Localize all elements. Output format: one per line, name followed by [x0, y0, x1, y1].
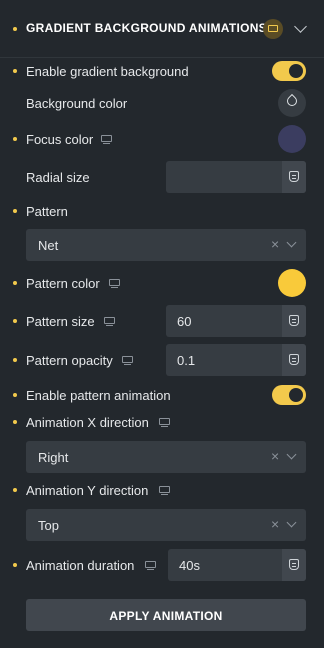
- responsive-desktop-icon[interactable]: [263, 19, 283, 39]
- focus-color-label: Focus color: [26, 132, 94, 147]
- pattern-select-value: Net: [38, 238, 59, 253]
- animation-duration-input[interactable]: 40s: [168, 549, 306, 581]
- animation-x-label-row: Animation X direction: [0, 414, 324, 430]
- changed-indicator: [13, 319, 17, 323]
- animation-y-label-row: Animation Y direction: [0, 482, 324, 498]
- radial-size-row: Radial size: [0, 161, 324, 193]
- chevron-down-icon[interactable]: [286, 237, 297, 248]
- radial-size-input[interactable]: [166, 161, 306, 193]
- color-picker-icon[interactable]: [278, 89, 306, 117]
- responsive-monitor-icon[interactable]: [145, 561, 156, 571]
- section-header[interactable]: GRADIENT BACKGROUND ANIMATIONS: [0, 0, 324, 58]
- apply-animation-button[interactable]: APPLY ANIMATION: [26, 599, 306, 631]
- pattern-opacity-value: 0.1: [177, 353, 196, 368]
- pattern-size-input[interactable]: 60: [166, 305, 306, 337]
- animation-y-direction-label: Animation Y direction: [26, 483, 149, 498]
- responsive-monitor-icon[interactable]: [104, 317, 115, 327]
- animation-duration-row: Animation duration 40s: [0, 549, 324, 581]
- pattern-color-swatch[interactable]: [278, 269, 306, 297]
- enable-pattern-animation-toggle[interactable]: [272, 385, 306, 405]
- pattern-color-label: Pattern color: [26, 276, 100, 291]
- changed-indicator: [13, 27, 17, 31]
- pattern-opacity-label: Pattern opacity: [26, 353, 113, 368]
- responsive-monitor-icon[interactable]: [159, 486, 170, 496]
- pattern-label-row: Pattern: [0, 203, 324, 219]
- animation-duration-label: Animation duration: [26, 558, 135, 573]
- pattern-size-row: Pattern size 60: [0, 305, 324, 337]
- clear-icon[interactable]: ×: [271, 449, 279, 463]
- animation-y-direction-select[interactable]: Top ×: [26, 509, 306, 541]
- unit-css-icon[interactable]: [282, 305, 306, 337]
- changed-indicator: [13, 281, 17, 285]
- section-title: GRADIENT BACKGROUND ANIMATIONS: [26, 21, 267, 35]
- pattern-label: Pattern: [26, 204, 68, 219]
- animation-y-direction-value: Top: [38, 518, 59, 533]
- changed-indicator: [13, 488, 17, 492]
- focus-color-row: Focus color: [0, 125, 324, 153]
- pattern-color-row: Pattern color: [0, 269, 324, 297]
- enable-pattern-animation-row: Enable pattern animation: [0, 385, 324, 405]
- enable-gradient-label: Enable gradient background: [26, 64, 189, 79]
- unit-css-icon[interactable]: [282, 161, 306, 193]
- changed-indicator: [13, 69, 17, 73]
- enable-pattern-animation-label: Enable pattern animation: [26, 388, 171, 403]
- animation-x-direction-value: Right: [38, 450, 69, 465]
- responsive-monitor-icon[interactable]: [109, 279, 120, 289]
- changed-indicator: [13, 358, 17, 362]
- responsive-monitor-icon[interactable]: [122, 356, 133, 366]
- clear-icon[interactable]: ×: [271, 517, 279, 531]
- clear-icon[interactable]: ×: [271, 237, 279, 251]
- animation-x-direction-label: Animation X direction: [26, 415, 149, 430]
- pattern-select[interactable]: Net ×: [26, 229, 306, 261]
- unit-css-icon[interactable]: [282, 549, 306, 581]
- background-color-label: Background color: [26, 96, 128, 111]
- chevron-down-icon[interactable]: [286, 517, 297, 528]
- changed-indicator: [13, 209, 17, 213]
- chevron-down-icon[interactable]: [286, 449, 297, 460]
- pattern-size-label: Pattern size: [26, 314, 95, 329]
- responsive-monitor-icon[interactable]: [159, 418, 170, 428]
- radial-size-label: Radial size: [26, 170, 90, 185]
- changed-indicator: [13, 420, 17, 424]
- settings-panel: GRADIENT BACKGROUND ANIMATIONS Enable gr…: [0, 0, 324, 648]
- chevron-down-icon[interactable]: [294, 20, 307, 33]
- animation-duration-value: 40s: [179, 558, 200, 573]
- animation-x-direction-select[interactable]: Right ×: [26, 441, 306, 473]
- pattern-size-value: 60: [177, 314, 192, 329]
- pattern-opacity-input[interactable]: 0.1: [166, 344, 306, 376]
- changed-indicator: [13, 137, 17, 141]
- enable-gradient-toggle[interactable]: [272, 61, 306, 81]
- focus-color-swatch[interactable]: [278, 125, 306, 153]
- pattern-opacity-row: Pattern opacity 0.1: [0, 344, 324, 376]
- responsive-monitor-icon[interactable]: [101, 135, 112, 145]
- enable-gradient-row: Enable gradient background: [0, 61, 324, 81]
- changed-indicator: [13, 563, 17, 567]
- background-color-row: Background color: [0, 89, 324, 117]
- unit-css-icon[interactable]: [282, 344, 306, 376]
- changed-indicator: [13, 393, 17, 397]
